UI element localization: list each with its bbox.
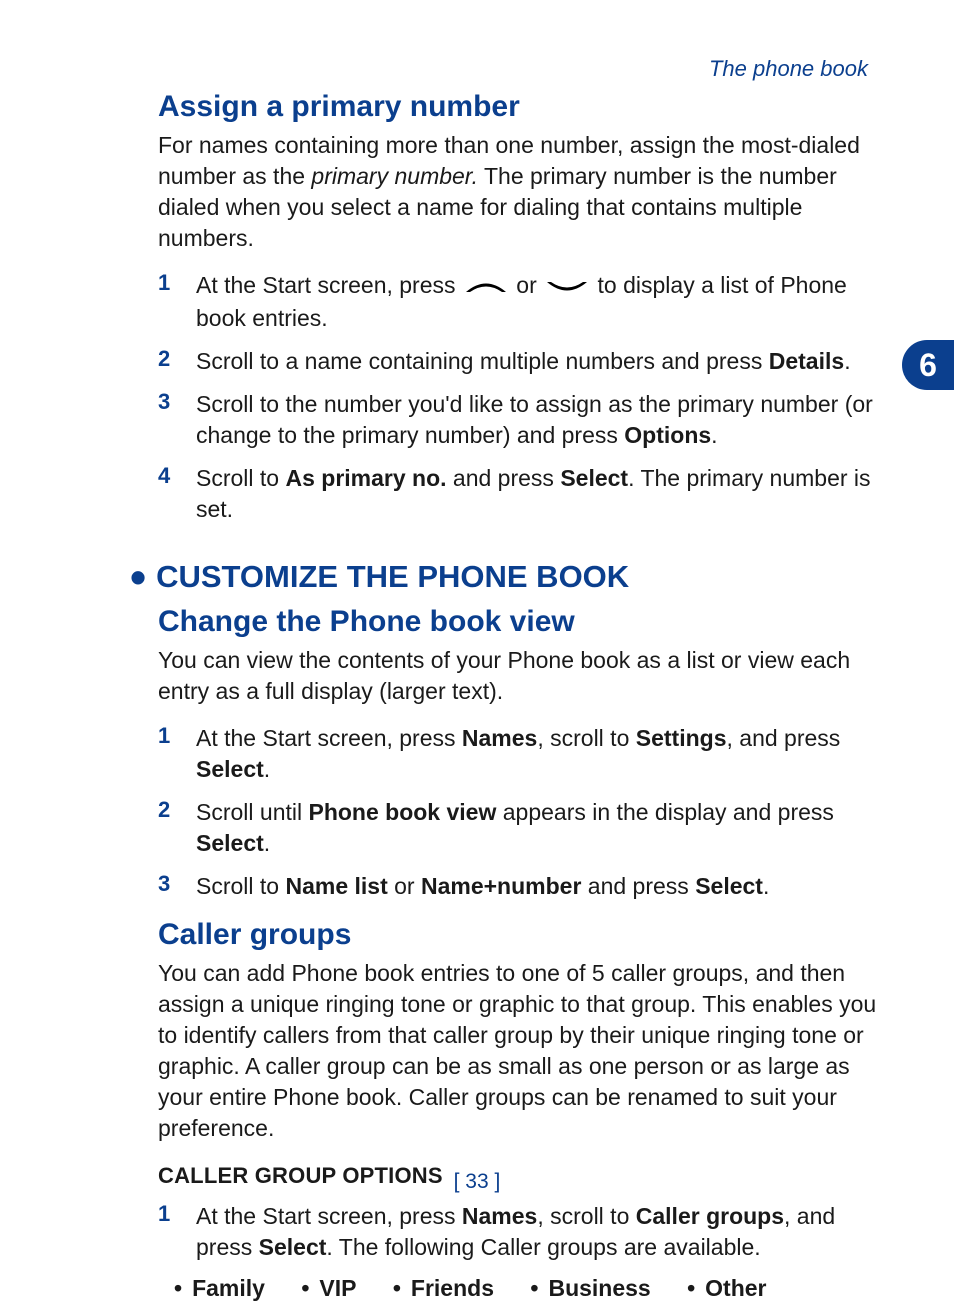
- steps-assign-primary: 1 At the Start screen, press or to displ…: [158, 270, 878, 525]
- list-item: 3 Scroll to the number you'd like to ass…: [158, 389, 878, 451]
- step-number: 2: [158, 797, 196, 823]
- content-column: Assign a primary number For names contai…: [158, 90, 878, 1302]
- caller-group-item: Other: [687, 1275, 766, 1302]
- step-number: 4: [158, 463, 196, 489]
- list-item: 4 Scroll to As primary no. and press Sel…: [158, 463, 878, 525]
- text: .: [264, 830, 270, 856]
- ui-label: Select: [196, 756, 264, 782]
- heading-customize-phonebook: •CUSTOMIZE THE PHONE BOOK: [130, 559, 878, 595]
- text: or: [516, 272, 543, 298]
- step-text: Scroll until Phone book view appears in …: [196, 797, 878, 859]
- text: . The following Caller groups are availa…: [326, 1234, 760, 1260]
- list-item: 1 At the Start screen, press or to displ…: [158, 270, 878, 333]
- text: .: [264, 756, 270, 782]
- list-item: 3 Scroll to Name list or Name+number and…: [158, 871, 878, 902]
- ui-label: Name+number: [421, 873, 581, 899]
- text: CUSTOMIZE THE PHONE BOOK: [156, 559, 629, 594]
- step-number: 1: [158, 723, 196, 749]
- step-number: 3: [158, 389, 196, 415]
- list-item: 2 Scroll to a name containing multiple n…: [158, 346, 878, 377]
- text: or: [388, 873, 421, 899]
- para-caller-groups-intro: You can add Phone book entries to one of…: [158, 958, 878, 1144]
- page: The phone book 6 Assign a primary number…: [0, 0, 954, 1248]
- term-primary-number: primary number.: [311, 163, 478, 189]
- text: .: [711, 422, 717, 448]
- step-text: At the Start screen, press or to display…: [196, 270, 878, 333]
- text: and press: [581, 873, 695, 899]
- ui-label: Name list: [285, 873, 387, 899]
- caller-group-item: VIP: [301, 1275, 356, 1302]
- step-text: Scroll to Name list or Name+number and p…: [196, 871, 878, 902]
- list-item: 2 Scroll until Phone book view appears i…: [158, 797, 878, 859]
- heading-caller-groups: Caller groups: [158, 918, 878, 952]
- step-text: Scroll to a name containing multiple num…: [196, 346, 878, 377]
- text: Scroll to the number you'd like to assig…: [196, 391, 873, 448]
- caller-group-item: Business: [530, 1275, 650, 1302]
- ui-label: Settings: [636, 725, 727, 751]
- text: At the Start screen, press: [196, 1203, 462, 1229]
- list-item: 1 At the Start screen, press Names, scro…: [158, 723, 878, 785]
- ui-label: Select: [196, 830, 264, 856]
- text: .: [763, 873, 769, 899]
- step-number: 3: [158, 871, 196, 897]
- text: At the Start screen, press: [196, 725, 462, 751]
- text: appears in the display and press: [496, 799, 834, 825]
- caller-group-item: Family: [174, 1275, 265, 1302]
- ui-label: Names: [462, 725, 537, 751]
- text: At the Start screen, press: [196, 272, 462, 298]
- step-number: 1: [158, 270, 196, 296]
- ui-label: Select: [560, 465, 628, 491]
- text: and press: [447, 465, 561, 491]
- ui-label: As primary no.: [285, 465, 446, 491]
- text: Scroll to: [196, 465, 285, 491]
- ui-label: Select: [695, 873, 763, 899]
- caller-group-item: Friends: [393, 1275, 494, 1302]
- list-item: 1 At the Start screen, press Names, scro…: [158, 1201, 878, 1263]
- step-text: At the Start screen, press Names, scroll…: [196, 723, 878, 785]
- caller-groups-list: Family VIP Friends Business Other: [174, 1275, 878, 1302]
- step-text: Scroll to As primary no. and press Selec…: [196, 463, 878, 525]
- text: , scroll to: [537, 1203, 635, 1229]
- text: , and press: [727, 725, 841, 751]
- scroll-down-icon: [543, 272, 591, 303]
- heading-assign-primary: Assign a primary number: [158, 90, 878, 124]
- text: Scroll to a name containing multiple num…: [196, 348, 769, 374]
- text: , scroll to: [537, 725, 635, 751]
- ui-label: Names: [462, 1203, 537, 1229]
- para-change-view-intro: You can view the contents of your Phone …: [158, 645, 878, 707]
- ui-label: Phone book view: [308, 799, 496, 825]
- step-number: 1: [158, 1201, 196, 1227]
- running-header: The phone book: [709, 56, 868, 82]
- chapter-tab: 6: [902, 340, 954, 390]
- text: .: [844, 348, 850, 374]
- ui-label: Select: [259, 1234, 327, 1260]
- ui-label: Details: [769, 348, 844, 374]
- step-text: At the Start screen, press Names, scroll…: [196, 1201, 878, 1263]
- step-text: Scroll to the number you'd like to assig…: [196, 389, 878, 451]
- bullet-icon: •: [130, 551, 146, 603]
- scroll-up-icon: [462, 272, 510, 303]
- ui-label: Caller groups: [636, 1203, 784, 1229]
- steps-caller-group-options: 1 At the Start screen, press Names, scro…: [158, 1201, 878, 1263]
- text: Scroll to: [196, 873, 285, 899]
- step-number: 2: [158, 346, 196, 372]
- para-assign-intro: For names containing more than one numbe…: [158, 130, 878, 254]
- steps-change-view: 1 At the Start screen, press Names, scro…: [158, 723, 878, 902]
- ui-label: Options: [624, 422, 711, 448]
- page-number: [ 33 ]: [0, 1170, 954, 1194]
- text: Scroll until: [196, 799, 308, 825]
- heading-change-view: Change the Phone book view: [158, 605, 878, 639]
